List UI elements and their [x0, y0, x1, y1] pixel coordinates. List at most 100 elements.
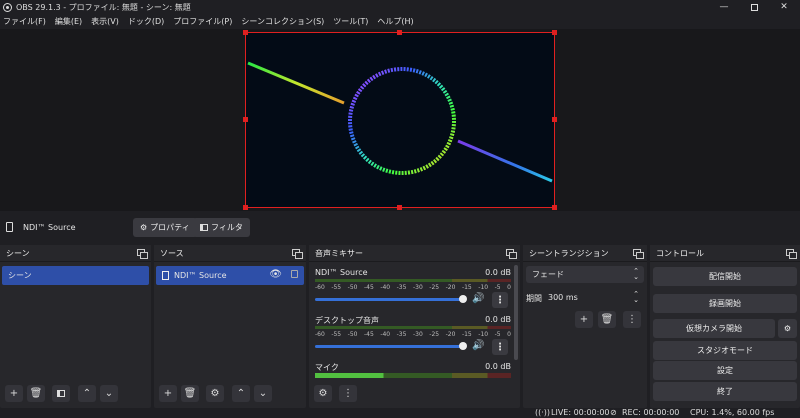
add-scene-button[interactable]: + [5, 385, 23, 402]
menu-bar: ファイル(F) 編集(E) 表示(V) ドック(D) プロファイル(P) シーン… [0, 14, 800, 29]
channel-db: 0.0 dB [485, 268, 511, 277]
scale-tick: -20 [445, 284, 456, 291]
source-properties-button[interactable]: ⚙ [206, 385, 224, 402]
start-recording-button[interactable]: 録画開始 [653, 294, 797, 313]
resize-handle[interactable] [552, 205, 557, 210]
channel-db: 0.0 dB [485, 362, 511, 371]
undock-icon[interactable] [506, 249, 517, 259]
volume-slider[interactable] [315, 345, 465, 348]
mixer-advanced-button[interactable]: ⚙ [314, 385, 332, 402]
scale-tick: -55 [331, 284, 342, 291]
maximize-button[interactable] [740, 0, 768, 14]
gear-icon: ⚙ [783, 324, 792, 333]
menu-dock[interactable]: ドック(D) [128, 16, 164, 27]
lock-icon[interactable] [291, 270, 298, 278]
source-item-label: NDI™ Source [174, 271, 227, 280]
minimize-button[interactable]: — [710, 0, 738, 14]
volume-slider-knob[interactable] [459, 342, 467, 350]
exit-button[interactable]: 終了 [653, 382, 797, 401]
trash-icon: 🗑 [600, 314, 614, 325]
virtual-camera-settings-button[interactable]: ⚙ [778, 319, 797, 338]
menu-scene-collection[interactable]: シーンコレクション(S) [241, 16, 324, 27]
add-source-button[interactable]: + [159, 385, 177, 402]
start-streaming-button[interactable]: 配信開始 [653, 267, 797, 286]
resize-handle[interactable] [552, 30, 557, 35]
trash-icon: 🗑 [183, 388, 197, 399]
transition-select[interactable]: フェード ⌃ ⌄ [526, 266, 644, 283]
scale-tick: -50 [347, 331, 358, 338]
mixer-scrollbar[interactable] [514, 265, 518, 360]
scale-tick: -55 [331, 331, 342, 338]
menu-profile[interactable]: プロファイル(P) [173, 16, 232, 27]
move-source-down-button[interactable]: ⌄ [254, 385, 272, 402]
scale-tick: -5 [494, 331, 501, 338]
kebab-icon: ⋮ [495, 341, 505, 353]
start-virtual-camera-button[interactable]: 仮想カメラ開始 [653, 319, 775, 338]
scale-tick: -25 [429, 284, 440, 291]
speaker-icon[interactable]: 🔊 [472, 293, 484, 304]
transition-menu-button[interactable]: ⋮ [623, 311, 641, 328]
add-transition-button[interactable]: + [575, 311, 593, 328]
undock-icon[interactable] [292, 249, 303, 259]
source-file-icon [6, 222, 13, 232]
scale-tick: -50 [347, 284, 358, 291]
scale-tick: -10 [478, 331, 489, 338]
menu-file[interactable]: ファイル(F) [3, 16, 46, 27]
scale-tick: -45 [363, 331, 374, 338]
move-scene-down-button[interactable]: ⌄ [100, 385, 118, 402]
kebab-icon: ⋮ [343, 388, 353, 399]
chevron-up-icon: ⌃ [236, 388, 246, 399]
filter-icon [200, 224, 208, 231]
trash-icon: 🗑 [29, 388, 43, 399]
source-list-item[interactable]: NDI™ Source 👁 [156, 266, 304, 285]
move-scene-up-button[interactable]: ⌃ [78, 385, 96, 402]
resize-handle[interactable] [397, 205, 402, 210]
remove-transition-button[interactable]: 🗑 [598, 311, 616, 328]
resize-handle[interactable] [397, 30, 402, 35]
filters-button[interactable]: フィルタ [193, 218, 250, 237]
menu-help[interactable]: ヘルプ(H) [377, 16, 413, 27]
undock-icon[interactable] [786, 249, 797, 259]
menu-view[interactable]: 表示(V) [91, 16, 119, 27]
obs-logo-icon [3, 2, 12, 12]
scale-tick: -15 [461, 284, 472, 291]
volume-slider-knob[interactable] [459, 295, 467, 303]
eye-icon[interactable]: 👁 [269, 269, 282, 280]
resize-handle[interactable] [552, 117, 557, 122]
scene-list-item[interactable]: シーン [2, 266, 149, 285]
live-icon: ((·)) [535, 408, 551, 417]
live-time: LIVE: 00:00:00 [551, 408, 610, 417]
channel-menu-button[interactable]: ⋮ [492, 292, 508, 308]
channel-name: NDI™ Source [315, 268, 368, 277]
channel-menu-button[interactable]: ⋮ [492, 339, 508, 355]
remove-scene-button[interactable]: 🗑 [27, 385, 45, 402]
volume-meter [315, 326, 511, 329]
scale-tick: -45 [363, 284, 374, 291]
remove-source-button[interactable]: 🗑 [181, 385, 199, 402]
mixer-menu-button[interactable]: ⋮ [339, 385, 357, 402]
sources-dock: ソース NDI™ Source 👁 + 🗑 ⚙ ⌃ ⌄ [154, 245, 306, 408]
duration-spinbox[interactable]: 300 ms ⌃ ⌄ [543, 289, 644, 306]
resize-handle[interactable] [243, 205, 248, 210]
studio-mode-button[interactable]: スタジオモード [653, 341, 797, 360]
window-title: OBS 29.1.3 - プロファイル: 無題 - シーン: 無題 [16, 2, 191, 12]
properties-button[interactable]: ⚙ プロパティ [133, 218, 197, 237]
cpu-fps: CPU: 1.4%, 60.00 fps [690, 408, 775, 417]
mixer-dock-header: 音声ミキサー [309, 245, 520, 262]
undock-icon[interactable] [137, 249, 148, 259]
menu-edit[interactable]: 編集(E) [55, 16, 82, 27]
undock-icon[interactable] [633, 249, 644, 259]
menu-tools[interactable]: ツール(T) [333, 16, 368, 27]
scenes-dock-header: シーン [0, 245, 151, 262]
move-source-up-button[interactable]: ⌃ [232, 385, 250, 402]
sources-dock-header: ソース [154, 245, 306, 262]
close-button[interactable]: ✕ [770, 0, 798, 14]
settings-button[interactable]: 設定 [653, 361, 797, 380]
volume-slider[interactable] [315, 298, 465, 301]
resize-handle[interactable] [243, 117, 248, 122]
gear-icon: ⚙ [210, 388, 220, 399]
scale-tick: 0 [507, 284, 511, 291]
scene-filters-button[interactable] [52, 385, 70, 402]
speaker-icon[interactable]: 🔊 [472, 340, 484, 351]
resize-handle[interactable] [243, 30, 248, 35]
